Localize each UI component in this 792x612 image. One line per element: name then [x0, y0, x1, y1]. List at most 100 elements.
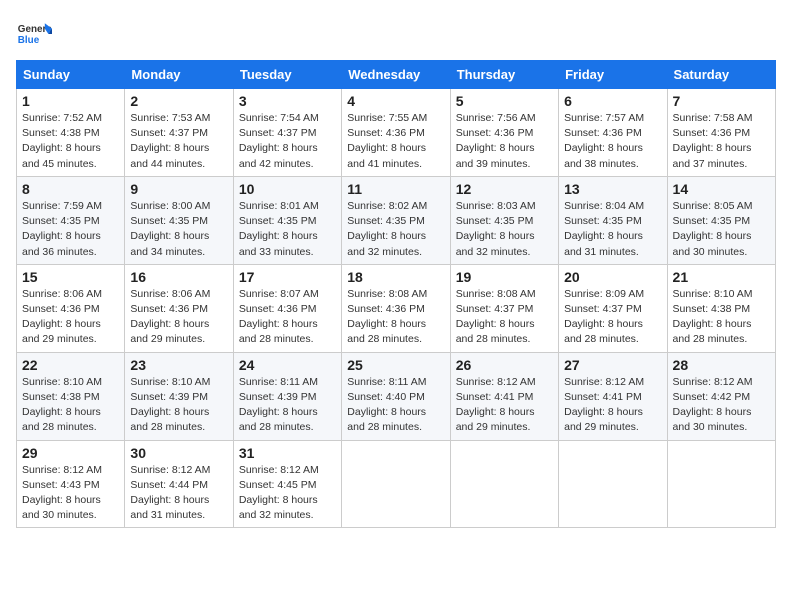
day-info: Sunrise: 8:05 AM Sunset: 4:35 PM Dayligh…	[673, 199, 770, 260]
day-info: Sunrise: 7:52 AM Sunset: 4:38 PM Dayligh…	[22, 111, 119, 172]
sunset-label: Sunset: 4:39 PM	[239, 391, 317, 403]
sunset-label: Sunset: 4:35 PM	[564, 215, 642, 227]
sunset-label: Sunset: 4:38 PM	[673, 303, 751, 315]
day-info: Sunrise: 8:01 AM Sunset: 4:35 PM Dayligh…	[239, 199, 336, 260]
daylight-label: Daylight: 8 hours and 38 minutes.	[564, 142, 643, 169]
day-number: 24	[239, 357, 336, 373]
day-info: Sunrise: 8:08 AM Sunset: 4:36 PM Dayligh…	[347, 287, 444, 348]
calendar-cell: 23 Sunrise: 8:10 AM Sunset: 4:39 PM Dayl…	[125, 352, 233, 440]
day-info: Sunrise: 8:04 AM Sunset: 4:35 PM Dayligh…	[564, 199, 661, 260]
calendar-week-row: 8 Sunrise: 7:59 AM Sunset: 4:35 PM Dayli…	[17, 176, 776, 264]
day-number: 20	[564, 269, 661, 285]
day-info: Sunrise: 8:12 AM Sunset: 4:41 PM Dayligh…	[456, 375, 553, 436]
calendar-week-row: 15 Sunrise: 8:06 AM Sunset: 4:36 PM Dayl…	[17, 264, 776, 352]
calendar-header-row: SundayMondayTuesdayWednesdayThursdayFrid…	[17, 61, 776, 89]
sunset-label: Sunset: 4:45 PM	[239, 479, 317, 491]
weekday-header-friday: Friday	[559, 61, 667, 89]
day-info: Sunrise: 8:12 AM Sunset: 4:41 PM Dayligh…	[564, 375, 661, 436]
calendar-week-row: 1 Sunrise: 7:52 AM Sunset: 4:38 PM Dayli…	[17, 89, 776, 177]
daylight-label: Daylight: 8 hours and 44 minutes.	[130, 142, 209, 169]
calendar-cell: 9 Sunrise: 8:00 AM Sunset: 4:35 PM Dayli…	[125, 176, 233, 264]
day-info: Sunrise: 7:56 AM Sunset: 4:36 PM Dayligh…	[456, 111, 553, 172]
sunset-label: Sunset: 4:35 PM	[130, 215, 208, 227]
daylight-label: Daylight: 8 hours and 30 minutes.	[673, 230, 752, 257]
sunrise-label: Sunrise: 8:08 AM	[347, 288, 427, 300]
header: General Blue	[16, 16, 776, 52]
sunset-label: Sunset: 4:39 PM	[130, 391, 208, 403]
weekday-header-wednesday: Wednesday	[342, 61, 450, 89]
day-info: Sunrise: 7:57 AM Sunset: 4:36 PM Dayligh…	[564, 111, 661, 172]
day-info: Sunrise: 8:12 AM Sunset: 4:43 PM Dayligh…	[22, 463, 119, 524]
day-number: 14	[673, 181, 770, 197]
day-info: Sunrise: 8:10 AM Sunset: 4:38 PM Dayligh…	[22, 375, 119, 436]
daylight-label: Daylight: 8 hours and 28 minutes.	[456, 318, 535, 345]
daylight-label: Daylight: 8 hours and 29 minutes.	[130, 318, 209, 345]
calendar-cell: 21 Sunrise: 8:10 AM Sunset: 4:38 PM Dayl…	[667, 264, 775, 352]
calendar-cell: 24 Sunrise: 8:11 AM Sunset: 4:39 PM Dayl…	[233, 352, 341, 440]
calendar-table: SundayMondayTuesdayWednesdayThursdayFrid…	[16, 60, 776, 528]
calendar-cell: 13 Sunrise: 8:04 AM Sunset: 4:35 PM Dayl…	[559, 176, 667, 264]
sunrise-label: Sunrise: 8:11 AM	[347, 376, 426, 388]
sunrise-label: Sunrise: 8:12 AM	[130, 464, 210, 476]
day-number: 23	[130, 357, 227, 373]
calendar-cell: 31 Sunrise: 8:12 AM Sunset: 4:45 PM Dayl…	[233, 440, 341, 528]
daylight-label: Daylight: 8 hours and 28 minutes.	[347, 406, 426, 433]
calendar-cell: 26 Sunrise: 8:12 AM Sunset: 4:41 PM Dayl…	[450, 352, 558, 440]
day-info: Sunrise: 8:12 AM Sunset: 4:44 PM Dayligh…	[130, 463, 227, 524]
daylight-label: Daylight: 8 hours and 28 minutes.	[673, 318, 752, 345]
daylight-label: Daylight: 8 hours and 42 minutes.	[239, 142, 318, 169]
sunrise-label: Sunrise: 7:58 AM	[673, 112, 753, 124]
calendar-cell: 10 Sunrise: 8:01 AM Sunset: 4:35 PM Dayl…	[233, 176, 341, 264]
sunrise-label: Sunrise: 8:03 AM	[456, 200, 536, 212]
sunset-label: Sunset: 4:36 PM	[456, 127, 534, 139]
sunrise-label: Sunrise: 8:12 AM	[673, 376, 753, 388]
day-info: Sunrise: 8:10 AM Sunset: 4:39 PM Dayligh…	[130, 375, 227, 436]
sunset-label: Sunset: 4:36 PM	[673, 127, 751, 139]
sunrise-label: Sunrise: 8:12 AM	[456, 376, 536, 388]
day-number: 6	[564, 93, 661, 109]
day-info: Sunrise: 7:54 AM Sunset: 4:37 PM Dayligh…	[239, 111, 336, 172]
calendar-cell: 5 Sunrise: 7:56 AM Sunset: 4:36 PM Dayli…	[450, 89, 558, 177]
logo-icon: General Blue	[16, 16, 52, 52]
sunset-label: Sunset: 4:35 PM	[22, 215, 100, 227]
sunset-label: Sunset: 4:38 PM	[22, 127, 100, 139]
daylight-label: Daylight: 8 hours and 32 minutes.	[456, 230, 535, 257]
daylight-label: Daylight: 8 hours and 28 minutes.	[564, 318, 643, 345]
day-info: Sunrise: 7:58 AM Sunset: 4:36 PM Dayligh…	[673, 111, 770, 172]
calendar-cell: 1 Sunrise: 7:52 AM Sunset: 4:38 PM Dayli…	[17, 89, 125, 177]
day-number: 17	[239, 269, 336, 285]
calendar-cell: 12 Sunrise: 8:03 AM Sunset: 4:35 PM Dayl…	[450, 176, 558, 264]
sunrise-label: Sunrise: 7:55 AM	[347, 112, 427, 124]
sunrise-label: Sunrise: 7:56 AM	[456, 112, 536, 124]
sunrise-label: Sunrise: 8:05 AM	[673, 200, 753, 212]
calendar-cell: 8 Sunrise: 7:59 AM Sunset: 4:35 PM Dayli…	[17, 176, 125, 264]
day-info: Sunrise: 8:06 AM Sunset: 4:36 PM Dayligh…	[130, 287, 227, 348]
day-number: 12	[456, 181, 553, 197]
day-number: 15	[22, 269, 119, 285]
day-number: 21	[673, 269, 770, 285]
day-info: Sunrise: 8:09 AM Sunset: 4:37 PM Dayligh…	[564, 287, 661, 348]
sunrise-label: Sunrise: 7:52 AM	[22, 112, 102, 124]
daylight-label: Daylight: 8 hours and 28 minutes.	[239, 406, 318, 433]
sunrise-label: Sunrise: 7:53 AM	[130, 112, 210, 124]
calendar-cell: 4 Sunrise: 7:55 AM Sunset: 4:36 PM Dayli…	[342, 89, 450, 177]
sunrise-label: Sunrise: 8:06 AM	[130, 288, 210, 300]
sunset-label: Sunset: 4:36 PM	[564, 127, 642, 139]
sunset-label: Sunset: 4:41 PM	[564, 391, 642, 403]
calendar-cell	[342, 440, 450, 528]
sunset-label: Sunset: 4:35 PM	[456, 215, 534, 227]
daylight-label: Daylight: 8 hours and 29 minutes.	[564, 406, 643, 433]
sunset-label: Sunset: 4:38 PM	[22, 391, 100, 403]
day-info: Sunrise: 7:53 AM Sunset: 4:37 PM Dayligh…	[130, 111, 227, 172]
calendar-cell: 2 Sunrise: 7:53 AM Sunset: 4:37 PM Dayli…	[125, 89, 233, 177]
sunset-label: Sunset: 4:44 PM	[130, 479, 208, 491]
day-info: Sunrise: 8:08 AM Sunset: 4:37 PM Dayligh…	[456, 287, 553, 348]
daylight-label: Daylight: 8 hours and 31 minutes.	[564, 230, 643, 257]
sunrise-label: Sunrise: 8:10 AM	[673, 288, 753, 300]
day-info: Sunrise: 8:07 AM Sunset: 4:36 PM Dayligh…	[239, 287, 336, 348]
day-number: 9	[130, 181, 227, 197]
sunrise-label: Sunrise: 7:54 AM	[239, 112, 319, 124]
calendar-cell: 18 Sunrise: 8:08 AM Sunset: 4:36 PM Dayl…	[342, 264, 450, 352]
weekday-header-monday: Monday	[125, 61, 233, 89]
calendar-cell	[450, 440, 558, 528]
